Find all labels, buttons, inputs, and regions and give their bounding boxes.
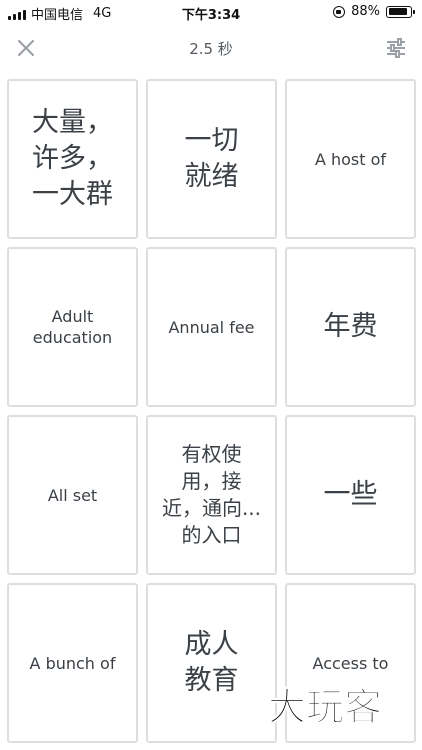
card-text: Annual fee bbox=[168, 317, 255, 337]
card[interactable]: 一切 就绪 bbox=[146, 79, 277, 239]
card-text: 一些 bbox=[323, 479, 378, 510]
card-grid: 大量， 许多， 一大群 一切 就绪 A host of Adult educat… bbox=[7, 79, 416, 743]
card-text: 一切 就绪 bbox=[184, 125, 239, 192]
card[interactable]: 大量， 许多， 一大群 bbox=[7, 79, 138, 239]
card-text: All set bbox=[47, 485, 98, 505]
card-text: 年费 bbox=[323, 311, 378, 342]
card-text: 大量， 许多， 一大群 bbox=[32, 107, 113, 210]
card-text: Adult education bbox=[32, 307, 113, 347]
timer-label: 2.5 秒 bbox=[189, 40, 233, 58]
orientation-lock-icon bbox=[333, 5, 346, 18]
card[interactable]: A host of bbox=[285, 79, 416, 239]
header: 2.5 秒 bbox=[0, 30, 422, 66]
sliders-icon bbox=[387, 38, 405, 58]
card[interactable]: 年费 bbox=[285, 247, 416, 407]
settings-button[interactable] bbox=[384, 36, 408, 60]
svg-text:大玩客: 大玩客 bbox=[268, 685, 382, 729]
card-text: A host of bbox=[314, 149, 387, 169]
card[interactable]: 有权使 用，接 近，通向... 的入口 bbox=[146, 415, 277, 575]
status-right: 88% bbox=[333, 4, 415, 19]
battery-icon bbox=[386, 5, 415, 18]
card[interactable]: 成人 教育 bbox=[146, 583, 277, 743]
card[interactable]: A bunch of bbox=[7, 583, 138, 743]
battery-fill bbox=[388, 8, 407, 15]
card-text: A bunch of bbox=[29, 653, 116, 673]
card[interactable]: Annual fee bbox=[146, 247, 277, 407]
card[interactable]: 一些 bbox=[285, 415, 416, 575]
watermark-logo: 大玩客 bbox=[268, 685, 383, 730]
status-bar: 中国电信 4G 下午3:34 88% bbox=[0, 0, 422, 24]
card-text: Access to bbox=[312, 653, 389, 673]
card[interactable]: All set bbox=[7, 415, 138, 575]
card-text: 成人 教育 bbox=[184, 629, 239, 696]
battery-percent: 88% bbox=[351, 4, 380, 19]
card[interactable]: Adult education bbox=[7, 247, 138, 407]
card-text: 有权使 用，接 近，通向... 的入口 bbox=[161, 442, 262, 547]
